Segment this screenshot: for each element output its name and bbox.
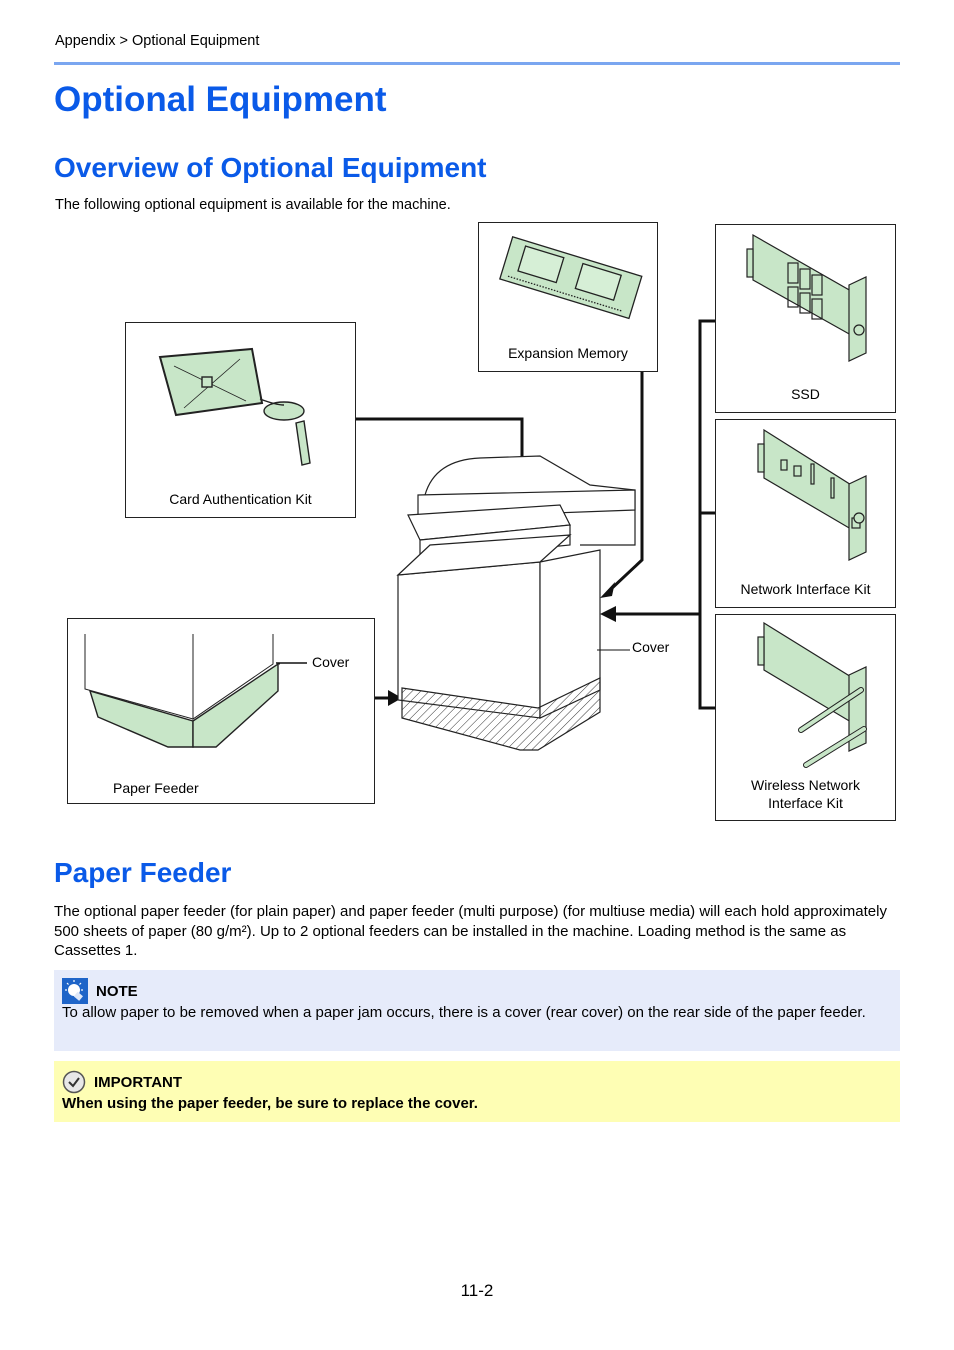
network-card-icon bbox=[757, 428, 867, 561]
ssd-card-icon bbox=[746, 233, 867, 362]
item-ssd: SSD bbox=[715, 224, 896, 413]
callout-machine-cover: Cover bbox=[632, 639, 670, 655]
lightbulb-icon bbox=[62, 978, 88, 1004]
important-title: IMPORTANT bbox=[94, 1074, 183, 1091]
page-number: 11-2 bbox=[460, 1281, 494, 1300]
wireless-card-icon bbox=[757, 621, 867, 768]
label-card-authentication-kit: Card Authentication Kit bbox=[169, 491, 312, 507]
important-body: When using the paper feeder, be sure to … bbox=[62, 1095, 478, 1112]
label-expansion-memory: Expansion Memory bbox=[508, 345, 628, 361]
note-panel: NOTE To allow paper to be removed when a… bbox=[54, 970, 900, 1051]
note-title: NOTE bbox=[96, 983, 138, 1000]
section-heading-paper-feeder: Paper Feeder bbox=[54, 857, 232, 888]
card-reader-icon bbox=[158, 347, 311, 466]
memory-module-icon bbox=[499, 236, 643, 320]
item-card-authentication-kit: Card Authentication Kit bbox=[125, 322, 356, 518]
label-network-interface-kit: Network Interface Kit bbox=[740, 581, 871, 597]
check-circle-icon bbox=[62, 1070, 86, 1094]
important-panel: IMPORTANT When using the paper feeder, b… bbox=[54, 1061, 900, 1122]
paper-feeder-paragraph: The optional paper feeder (for plain pap… bbox=[54, 903, 887, 959]
paper-feeder-illustration bbox=[84, 634, 280, 748]
item-paper-feeder: Cover Paper Feeder bbox=[67, 618, 375, 804]
item-wireless-network-interface-kit: Wireless Network Interface Kit bbox=[715, 614, 896, 821]
label-paper-feeder: Paper Feeder bbox=[113, 780, 199, 796]
label-ssd: SSD bbox=[791, 386, 820, 402]
item-network-interface-kit: Network Interface Kit bbox=[715, 419, 896, 608]
label-wireless-network-line1: Wireless Network bbox=[751, 777, 860, 793]
label-wireless-network-line2: Interface Kit bbox=[768, 795, 843, 811]
item-expansion-memory: Expansion Memory bbox=[478, 222, 658, 372]
printer-illustration bbox=[396, 455, 636, 751]
note-body: To allow paper to be removed when a pape… bbox=[62, 1004, 866, 1021]
callout-feeder-cover: Cover bbox=[312, 654, 350, 670]
